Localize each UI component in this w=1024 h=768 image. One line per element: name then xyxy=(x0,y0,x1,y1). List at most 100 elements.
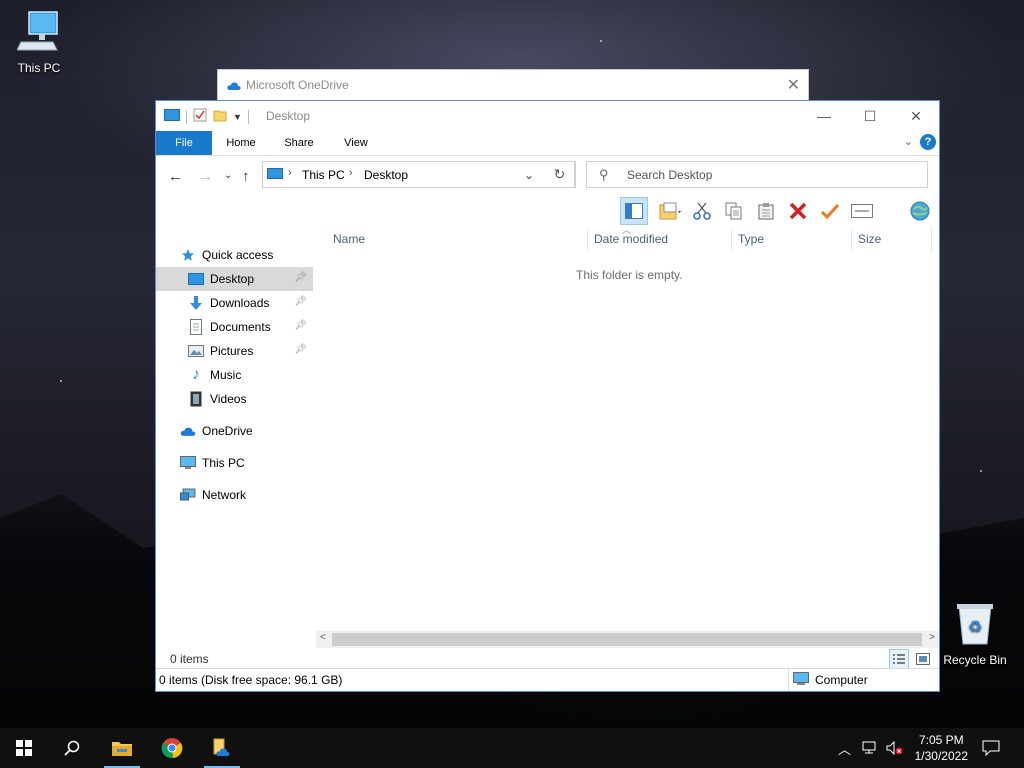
nav-item-desktop[interactable]: Desktop 📌︎ xyxy=(156,267,313,291)
chrome-taskbar-button[interactable] xyxy=(152,728,192,768)
nav-label: Network xyxy=(202,488,247,502)
recent-locations-chevron-icon[interactable]: ⌄ xyxy=(224,170,232,181)
volume-muted-icon[interactable] xyxy=(886,728,904,768)
chrome-icon xyxy=(161,738,183,759)
music-note-icon: ♪ xyxy=(192,366,200,383)
nav-item-this-pc[interactable]: This PC xyxy=(156,451,313,475)
status-computer: Computer xyxy=(788,669,868,691)
nav-item-quick-access[interactable]: Quick access xyxy=(156,243,313,267)
scroll-left-arrow-icon[interactable]: < xyxy=(320,632,326,643)
action-center-button[interactable] xyxy=(982,728,1000,768)
breadcrumb-desktop[interactable]: Desktop xyxy=(364,168,408,182)
show-hidden-icons-chevron-icon[interactable]: ︿ xyxy=(838,728,851,768)
back-button[interactable]: ← xyxy=(168,168,183,185)
copy-icon[interactable] xyxy=(720,197,748,225)
nav-label: Music xyxy=(210,368,242,382)
film-icon xyxy=(188,391,204,407)
close-button[interactable]: ✕ xyxy=(893,101,939,131)
nav-label: Desktop xyxy=(210,272,255,286)
command-toolbar xyxy=(616,197,936,225)
title-bar[interactable]: ▼ Desktop — ☐ ✕ xyxy=(156,101,939,131)
address-dropdown-icon[interactable]: ⌄ xyxy=(524,168,534,182)
tab-share[interactable]: Share xyxy=(274,131,324,155)
pin-icon: 📌︎ xyxy=(294,272,307,283)
onedrive-close-button[interactable]: ✕ xyxy=(787,75,800,95)
tab-home[interactable]: Home xyxy=(216,131,266,155)
onedrive-window-title: Microsoft OneDrive xyxy=(246,78,349,92)
search-icon xyxy=(64,740,80,756)
nav-item-onedrive[interactable]: OneDrive xyxy=(156,419,313,443)
nav-item-downloads[interactable]: Downloads 📌︎ xyxy=(156,291,313,315)
tab-view[interactable]: View xyxy=(331,131,381,155)
search-input[interactable] xyxy=(625,167,919,183)
desktop-icon-recycle-bin[interactable]: ♻ Recycle Bin xyxy=(940,602,1010,667)
up-button[interactable]: ↑ xyxy=(242,168,250,185)
new-folder-icon[interactable] xyxy=(213,108,227,125)
pin-icon: 📌︎ xyxy=(294,320,307,331)
properties-icon[interactable] xyxy=(193,108,207,125)
column-divider[interactable] xyxy=(931,229,932,251)
customize-qat-dropdown-icon[interactable]: ▼ xyxy=(233,112,242,122)
onedrive-folder-icon xyxy=(213,738,230,756)
desktop-icon-label: This PC xyxy=(17,61,61,75)
onedrive-setup-taskbar-button[interactable] xyxy=(202,728,242,768)
nav-item-pictures[interactable]: Pictures 📌︎ xyxy=(156,339,313,363)
search-taskbar-button[interactable] xyxy=(52,728,92,768)
status-bar: 0 items (Disk free space: 96.1 GB) Compu… xyxy=(156,668,939,691)
nav-label: This PC xyxy=(202,456,245,470)
picture-icon xyxy=(188,343,204,359)
computer-icon xyxy=(4,10,74,57)
check-icon[interactable] xyxy=(816,197,844,225)
rename-icon[interactable] xyxy=(848,197,876,225)
breadcrumb-chevron-icon[interactable]: › xyxy=(288,167,292,179)
column-name[interactable]: Name xyxy=(333,232,365,246)
minimize-button[interactable]: — xyxy=(801,101,847,131)
clock-time: 7:05 PM xyxy=(918,733,964,747)
svg-text:♻: ♻ xyxy=(968,617,982,636)
navigation-bar: ← → ⌄ ↑ › This PC › Desktop ⌄ ↻ ⚲ xyxy=(156,156,939,196)
file-explorer-taskbar-button[interactable] xyxy=(102,728,142,768)
nav-item-music[interactable]: ♪ Music xyxy=(156,363,313,387)
view-options-icon[interactable] xyxy=(656,197,684,225)
search-box[interactable]: ⚲ xyxy=(586,161,928,188)
column-divider[interactable] xyxy=(731,229,732,251)
view-switcher xyxy=(889,649,933,669)
nav-item-documents[interactable]: Documents 📌︎ xyxy=(156,315,313,339)
refresh-button[interactable]: ↻ xyxy=(545,161,575,188)
column-divider[interactable] xyxy=(587,229,588,251)
large-icons-view-icon[interactable] xyxy=(913,649,933,669)
ribbon: File Home Share View ⌄ ? xyxy=(156,131,939,156)
network-icon xyxy=(180,487,196,503)
column-divider[interactable] xyxy=(851,229,852,251)
scroll-right-arrow-icon[interactable]: > xyxy=(929,632,935,643)
horizontal-scrollbar[interactable]: < > xyxy=(316,631,939,648)
tab-file[interactable]: File xyxy=(156,131,212,155)
breadcrumb-this-pc[interactable]: This PC xyxy=(302,168,345,182)
nav-label: Pictures xyxy=(210,344,254,358)
desktop-icon-this-pc[interactable]: This PC xyxy=(4,10,74,75)
navigation-pane-icon[interactable] xyxy=(620,197,648,225)
nav-item-videos[interactable]: Videos xyxy=(156,387,313,411)
taskbar-clock[interactable]: 7:05 PM 1/30/2022 xyxy=(915,732,968,764)
maximize-button[interactable]: ☐ xyxy=(847,101,893,131)
column-type[interactable]: Type xyxy=(738,232,764,246)
desktop-icon-label: Recycle Bin xyxy=(943,653,1007,667)
network-tray-icon[interactable] xyxy=(862,728,880,768)
help-button[interactable]: ? xyxy=(920,134,936,150)
column-date-modified[interactable]: Date modified xyxy=(594,232,668,246)
windows-logo-icon xyxy=(16,740,32,756)
breadcrumb-chevron-icon[interactable]: › xyxy=(349,167,353,179)
paste-icon[interactable] xyxy=(752,197,780,225)
nav-item-network[interactable]: Network xyxy=(156,483,313,507)
delete-icon[interactable] xyxy=(784,197,812,225)
properties-globe-icon[interactable] xyxy=(906,197,934,225)
pin-icon: 📌︎ xyxy=(294,296,307,307)
details-view-icon[interactable] xyxy=(889,649,909,669)
column-size[interactable]: Size xyxy=(858,232,881,246)
forward-button[interactable]: → xyxy=(198,168,213,185)
cut-icon[interactable] xyxy=(688,197,716,225)
address-bar[interactable]: › This PC › Desktop ⌄ xyxy=(262,161,576,188)
start-button[interactable] xyxy=(4,728,44,768)
scrollbar-thumb[interactable] xyxy=(332,633,922,646)
expand-ribbon-chevron-icon[interactable]: ⌄ xyxy=(904,135,913,148)
